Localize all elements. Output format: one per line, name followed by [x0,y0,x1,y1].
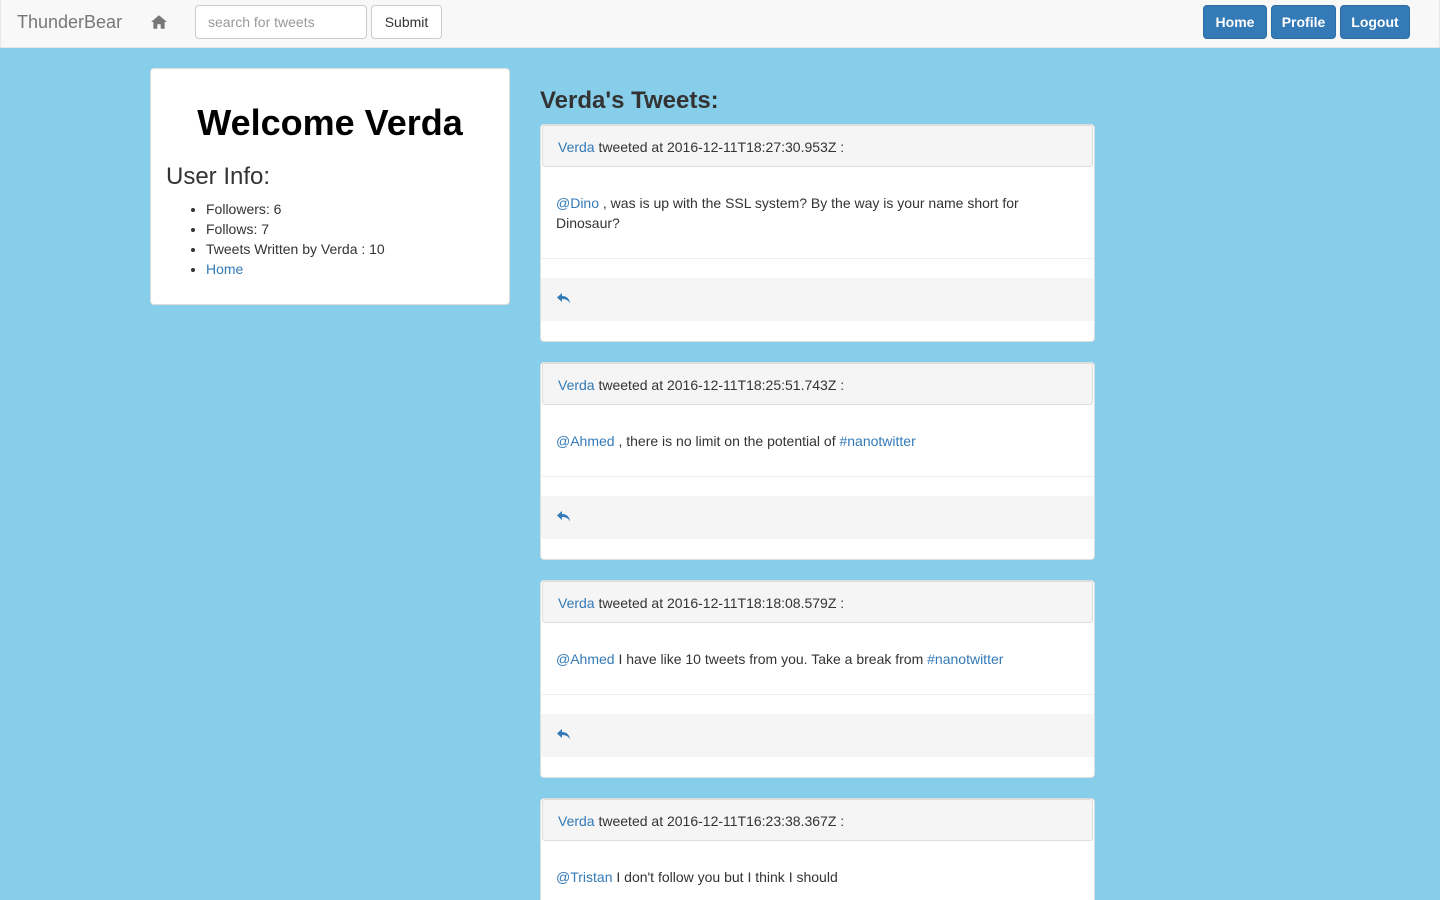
follows-count: Follows: 7 [206,219,385,239]
tweet-text: I don't follow you but I think I should [612,869,838,885]
tweet-body: @Ahmed , there is no limit on the potent… [541,405,1094,477]
nav-logout-button[interactable]: Logout [1340,5,1410,39]
tweet-timestamp: tweeted at 2016-12-11T16:23:38.367Z : [594,813,845,829]
tweet-card: Verda tweeted at 2016-12-11T18:18:08.579… [540,580,1095,778]
tweet-author-link[interactable]: Verda [558,139,595,155]
brand-link[interactable]: ThunderBear [17,12,122,32]
tweet-author-link[interactable]: Verda [558,813,595,829]
user-info-panel: Welcome Verda User Info: Followers: 6 Fo… [150,68,510,305]
followers-count: Followers: 6 [206,199,385,219]
hashtag-link[interactable]: #nanotwitter [839,433,915,449]
tweet-timestamp: tweeted at 2016-12-11T18:27:30.953Z : [594,139,845,155]
tweet-timestamp: tweeted at 2016-12-11T18:18:08.579Z : [594,595,845,611]
reply-button[interactable] [556,290,1079,306]
tweets-title: Verda's Tweets: [540,87,719,114]
reply-button[interactable] [556,726,1079,742]
tweet-header: Verda tweeted at 2016-12-11T18:18:08.579… [542,581,1093,623]
reply-button[interactable] [556,508,1079,524]
hashtag-link[interactable]: #nanotwitter [927,651,1003,667]
mention-link[interactable]: @Tristan [556,869,612,885]
tweet-card: Verda tweeted at 2016-12-11T18:25:51.743… [540,362,1095,560]
reply-icon [557,293,570,304]
home-link[interactable]: Home [206,261,243,277]
tweet-text: , was is up with the SSL system? By the … [556,194,1019,231]
tweet-text: I have like 10 tweets from you. Take a b… [614,650,928,667]
mention-link[interactable]: @Ahmed [556,651,615,667]
welcome-heading: Welcome Verda [197,102,463,143]
mention-link[interactable]: @Dino [556,195,599,211]
tweet-text: , there is no limit on the potential of [614,432,840,449]
nav-profile-button[interactable]: Profile [1271,5,1336,39]
tweet-card: Verda tweeted at 2016-12-11T16:23:38.367… [540,798,1095,900]
home-list-item: Home [206,259,385,279]
user-info-list: Followers: 6 Follows: 7 Tweets Written b… [166,199,385,279]
tweet-author-link[interactable]: Verda [558,595,595,611]
mention-link[interactable]: @Ahmed [556,433,615,449]
tweet-body: @Dino , was is up with the SSL system? B… [541,167,1094,259]
reply-icon [557,729,570,740]
navbar: ThunderBear Submit Home Profile Logout [0,0,1440,48]
tweet-body: @Tristan I don't follow you but I think … [541,841,1094,900]
tweet-header: Verda tweeted at 2016-12-11T18:27:30.953… [542,125,1093,167]
submit-button[interactable]: Submit [371,5,442,39]
tweet-author-link[interactable]: Verda [558,377,595,393]
tweet-footer [541,278,1094,321]
tweet-footer [541,496,1094,539]
tweet-header: Verda tweeted at 2016-12-11T16:23:38.367… [542,799,1093,841]
tweet-footer [541,714,1094,757]
search-input[interactable] [195,5,367,39]
tweet-body: @Ahmed I have like 10 tweets from you. T… [541,623,1094,695]
home-icon [151,15,167,29]
user-info-title: User Info: [166,163,271,190]
reply-icon [557,511,570,522]
tweets-written-count: Tweets Written by Verda : 10 [206,239,385,259]
tweet-timestamp: tweeted at 2016-12-11T18:25:51.743Z : [594,377,845,393]
tweet-header: Verda tweeted at 2016-12-11T18:25:51.743… [542,363,1093,405]
nav-home-button[interactable]: Home [1203,5,1267,39]
tweet-card: Verda tweeted at 2016-12-11T18:27:30.953… [540,124,1095,342]
